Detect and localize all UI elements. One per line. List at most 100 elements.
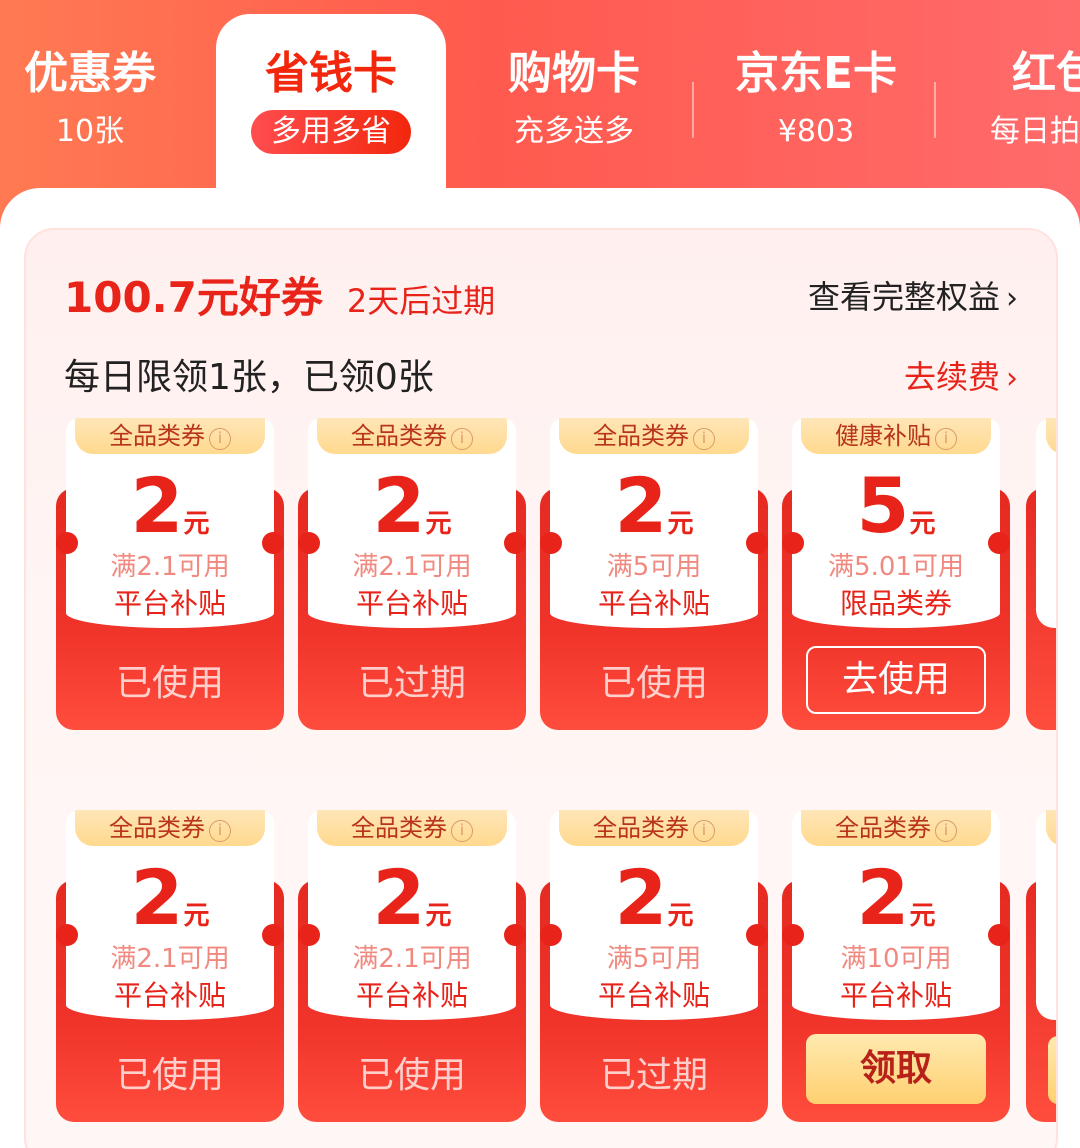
coupon-tag: 全品类券 i	[317, 418, 507, 454]
coupon-type: 平台补贴	[839, 979, 952, 1012]
coupon-total-title: 100.7元好券	[64, 273, 323, 322]
amount-unit: 元	[183, 901, 210, 931]
coupon-condition: 满2.1可用	[110, 944, 230, 974]
coupon-tag-label: 全品类券	[593, 814, 689, 842]
coupon-tag: 健康补贴 i	[801, 418, 991, 454]
tab-title: 购物卡	[508, 48, 640, 99]
coupon-tag: 全品类券 i	[317, 810, 507, 846]
info-icon[interactable]: i	[209, 428, 231, 450]
claim-coupon-button[interactable]: 领取	[806, 1034, 986, 1104]
coupon-tag: 全品类券 i	[801, 810, 991, 846]
coupon-status: 已使用	[357, 1055, 466, 1096]
coupon-condition: 满2.1可用	[352, 552, 472, 582]
info-icon[interactable]: i	[693, 428, 715, 450]
coupon-card[interactable]: 全品类券 i 2元 满2.1可用 平台补贴 已使用	[298, 810, 526, 1122]
amount-unit: 元	[909, 509, 936, 539]
coupon-condition: 满2.1可用	[110, 552, 230, 582]
card-header: 100.7元好券 2天后过期	[64, 264, 495, 325]
coupon-tag: 全品类券 i	[559, 810, 749, 846]
chevron-right-icon: ›	[1006, 281, 1018, 316]
coupon-tag-label: 全品类券	[109, 422, 205, 450]
info-icon[interactable]: i	[935, 428, 957, 450]
tab-divider	[692, 82, 694, 138]
amount-value: 2	[856, 853, 910, 942]
daily-limit-text: 每日限领1张，已领0张	[64, 357, 434, 398]
renew-link[interactable]: 去续费 ›	[904, 352, 1018, 398]
expire-notice: 2天后过期	[346, 282, 496, 320]
coupon-card[interactable]: 全品类券 i 2元 满5可用 平台补贴 已过期	[540, 810, 768, 1122]
coupon-status: 已过期	[599, 1055, 708, 1096]
coupon-card-partial[interactable]	[1026, 418, 1056, 730]
coupon-condition: 满10可用	[840, 944, 952, 974]
coupon-card[interactable]: 全品类券 i 2元 满2.1可用 平台补贴 已使用	[56, 810, 284, 1122]
amount-value: 2	[614, 853, 668, 942]
coupon-tag-label: 健康补贴	[835, 422, 931, 450]
savings-card-section: 100.7元好券 2天后过期 查看完整权益 › 每日限领1张，已领0张 去续费 › …	[24, 228, 1058, 1148]
coupon-condition: 满2.1可用	[352, 944, 472, 974]
info-icon[interactable]: i	[935, 820, 957, 842]
coupon-amount: 5元	[782, 466, 1010, 546]
coupon-amount: 2元	[298, 466, 526, 546]
tab-subtitle: 每日拍	[990, 114, 1080, 149]
main-panel: 100.7元好券 2天后过期 查看完整权益 › 每日限领1张，已领0张 去续费 › …	[0, 188, 1080, 1148]
coupon-amount: 2元	[540, 466, 768, 546]
tab-divider	[934, 82, 936, 138]
claim-coupon-button-partial[interactable]	[1048, 1036, 1056, 1104]
chevron-right-icon: ›	[1006, 361, 1018, 396]
tab-subtitle: 10张	[55, 114, 125, 149]
info-icon[interactable]: i	[693, 820, 715, 842]
amount-value: 2	[372, 461, 426, 550]
amount-unit: 元	[667, 509, 694, 539]
coupon-type: 平台补贴	[113, 587, 226, 620]
tab-red-packet[interactable]: 红包 每日拍	[990, 0, 1080, 190]
coupon-condition: 满5可用	[606, 944, 702, 974]
coupon-card[interactable]: 全品类券 i 2元 满2.1可用 平台补贴 已过期	[298, 418, 526, 730]
info-icon[interactable]: i	[209, 820, 231, 842]
amount-unit: 元	[183, 509, 210, 539]
tab-jd-ecard[interactable]: 京东E卡 ¥803	[706, 0, 926, 190]
amount-value: 2	[130, 853, 184, 942]
info-icon[interactable]: i	[451, 820, 473, 842]
coupon-tag: 全品类券 i	[559, 418, 749, 454]
coupon-card[interactable]: 全品类券 i 2元 满5可用 平台补贴 已使用	[540, 418, 768, 730]
coupon-type: 平台补贴	[597, 979, 710, 1012]
use-coupon-button[interactable]: 去使用	[806, 646, 986, 714]
info-icon[interactable]: i	[451, 428, 473, 450]
coupon-amount: 2元	[782, 858, 1010, 938]
coupon-tag: 全品类券 i	[75, 418, 265, 454]
amount-unit: 元	[425, 509, 452, 539]
amount-value: 2	[614, 461, 668, 550]
coupon-card[interactable]: 全品类券 i 2元 满10可用 平台补贴 领取	[782, 810, 1010, 1122]
coupon-tag-label: 全品类券	[593, 422, 689, 450]
tab-coupons[interactable]: 优惠券 10张	[0, 0, 200, 190]
amount-unit: 元	[667, 901, 694, 931]
coupon-tag-label: 全品类券	[351, 422, 447, 450]
amount-unit: 元	[909, 901, 936, 931]
coupon-card[interactable]: 健康补贴 i 5元 满5.01可用 限品类券 去使用	[782, 418, 1010, 730]
renew-label: 去续费	[903, 358, 1000, 396]
coupon-type: 平台补贴	[355, 979, 468, 1012]
coupon-status: 已使用	[115, 1055, 224, 1096]
coupon-tag-label: 全品类券	[351, 814, 447, 842]
tab-subtitle: ¥803	[777, 114, 855, 149]
tab-savings-card[interactable]: 省钱卡 多用多省	[216, 14, 446, 200]
coupon-amount: 2元	[56, 466, 284, 546]
coupon-condition: 满5可用	[606, 552, 702, 582]
coupon-tag: 全品类券 i	[75, 810, 265, 846]
coupon-tag-label: 全品类券	[835, 814, 931, 842]
coupon-amount: 2元	[540, 858, 768, 938]
coupon-type: 平台补贴	[113, 979, 226, 1012]
coupon-card-partial[interactable]	[1026, 810, 1056, 1122]
coupon-tabs: 优惠券 10张 省钱卡 多用多省 购物卡 充多送多 京东E卡 ¥803 红包 每…	[0, 0, 1080, 200]
amount-value: 2	[372, 853, 426, 942]
tab-subtitle-badge: 多用多省	[251, 110, 411, 154]
coupon-amount: 2元	[56, 858, 284, 938]
coupon-type: 平台补贴	[355, 587, 468, 620]
coupon-status: 已过期	[357, 663, 466, 704]
view-all-label: 查看完整权益	[807, 278, 1000, 316]
coupon-type: 限品类券	[839, 587, 952, 620]
tab-shopping-card[interactable]: 购物卡 充多送多	[464, 0, 684, 190]
coupon-tag-label: 全品类券	[109, 814, 205, 842]
view-all-benefits-link[interactable]: 查看完整权益 ›	[808, 272, 1018, 318]
coupon-card[interactable]: 全品类券 i 2元 满2.1可用 平台补贴 已使用	[56, 418, 284, 730]
